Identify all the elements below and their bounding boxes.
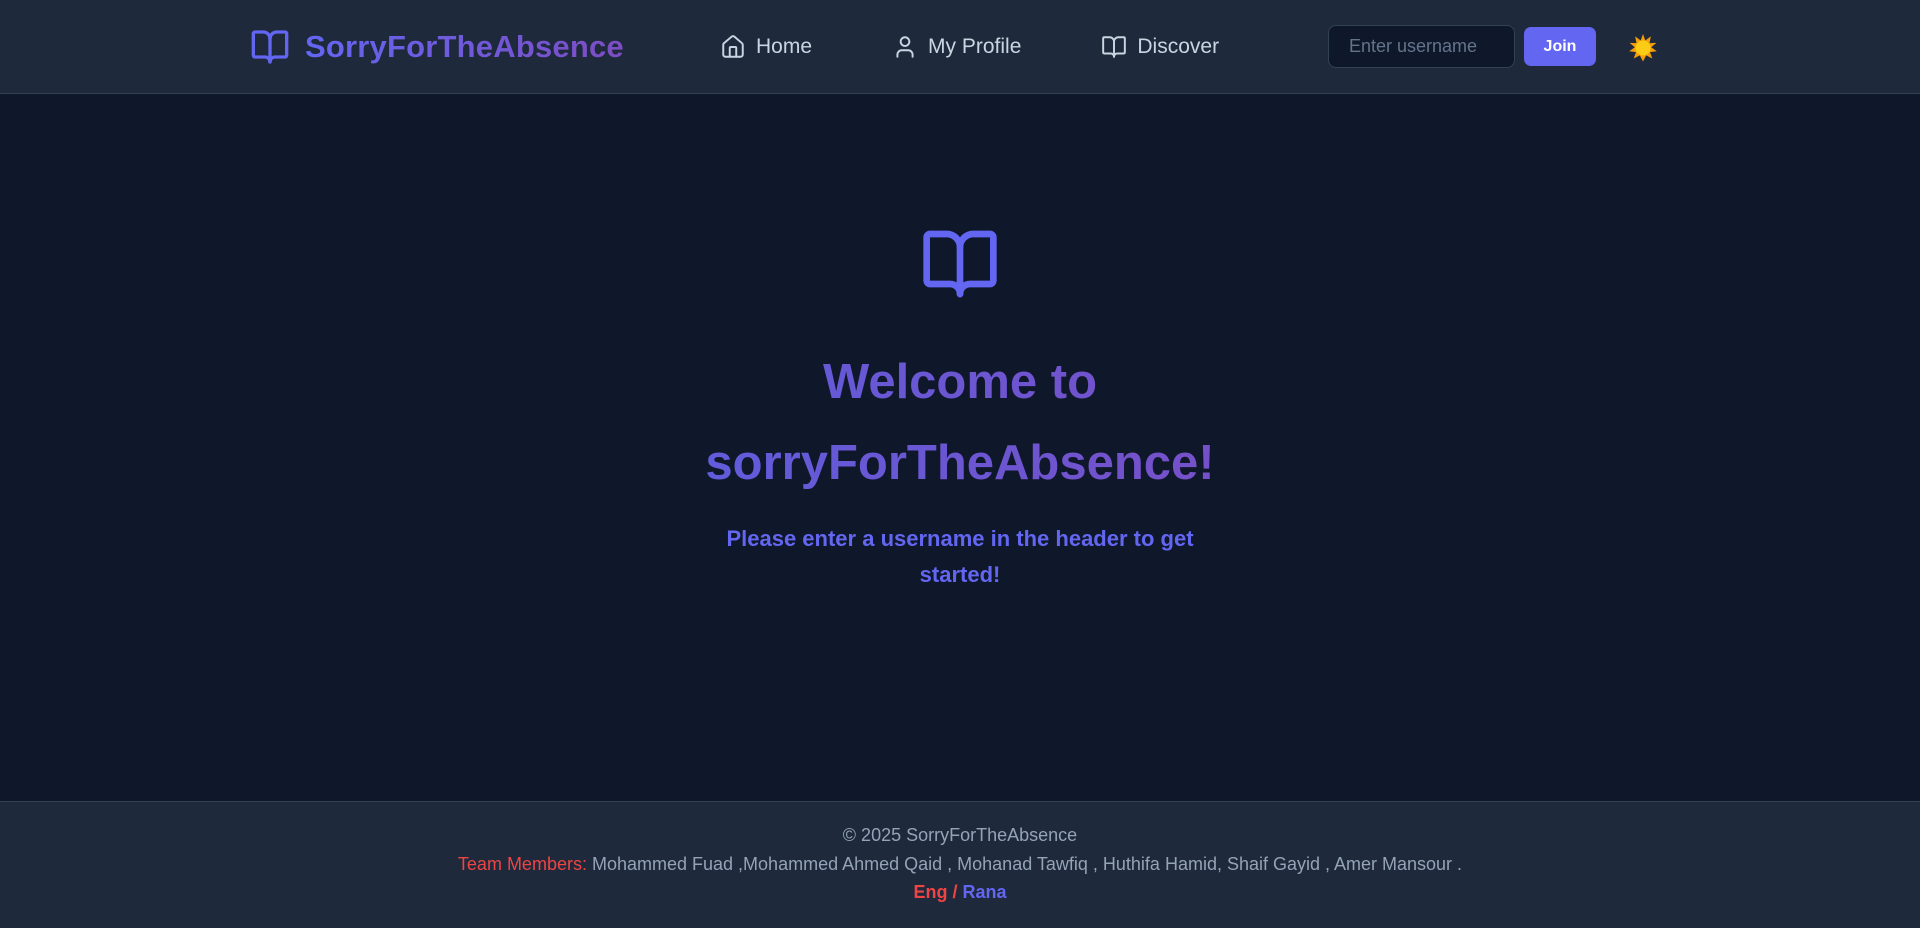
open-book-icon [1102,36,1127,58]
credit-name: Rana [962,882,1007,902]
team-members-list: Mohammed Fuad ,Mohammed Ahmed Qaid , Moh… [591,854,1463,874]
team-members-line: Team Members: Mohammed Fuad ,Mohammed Ah… [0,854,1920,875]
nav-my-profile[interactable]: My Profile [892,34,1021,60]
brand-name: SorryForTheAbsence [305,29,624,64]
username-input[interactable] [1328,25,1515,68]
open-book-icon [251,30,289,64]
brand-link[interactable]: SorryForTheAbsence [250,26,624,68]
join-button[interactable]: Join [1524,27,1596,66]
nav-discover[interactable]: Discover [1101,34,1219,60]
credits-line: Eng / Rana [0,882,1920,903]
welcome-subtitle: Please enter a username in the header to… [726,526,1194,587]
welcome-section: Welcome to sorryForTheAbsence! Please en… [0,94,1920,801]
home-icon [722,35,744,58]
copyright-text: © 2025 SorryForTheAbsence [842,825,1078,845]
main-nav: Home My Profile Discover [720,28,1219,66]
team-members-label: Team Members: [457,854,587,874]
nav-home[interactable]: Home [720,34,812,60]
welcome-title-line2: sorryForTheAbsence! [705,436,1215,490]
nav-home-label: Home [756,35,813,58]
welcome-title-line1: Welcome to [822,355,1098,409]
user-icon [896,36,914,58]
nav-discover-label: Discover [1137,35,1220,58]
page-footer: © 2025 SorryForTheAbsence Team Members: … [0,801,1920,928]
sun-icon[interactable] [1628,33,1658,63]
open-book-icon [923,230,997,298]
welcome-title: Welcome to sorryForTheAbsence! [560,342,1360,504]
nav-my-profile-label: My Profile [928,35,1022,58]
credit-prefix: Eng / [913,882,958,902]
top-header: SorryForTheAbsence Home My Profile Disco… [0,0,1920,94]
